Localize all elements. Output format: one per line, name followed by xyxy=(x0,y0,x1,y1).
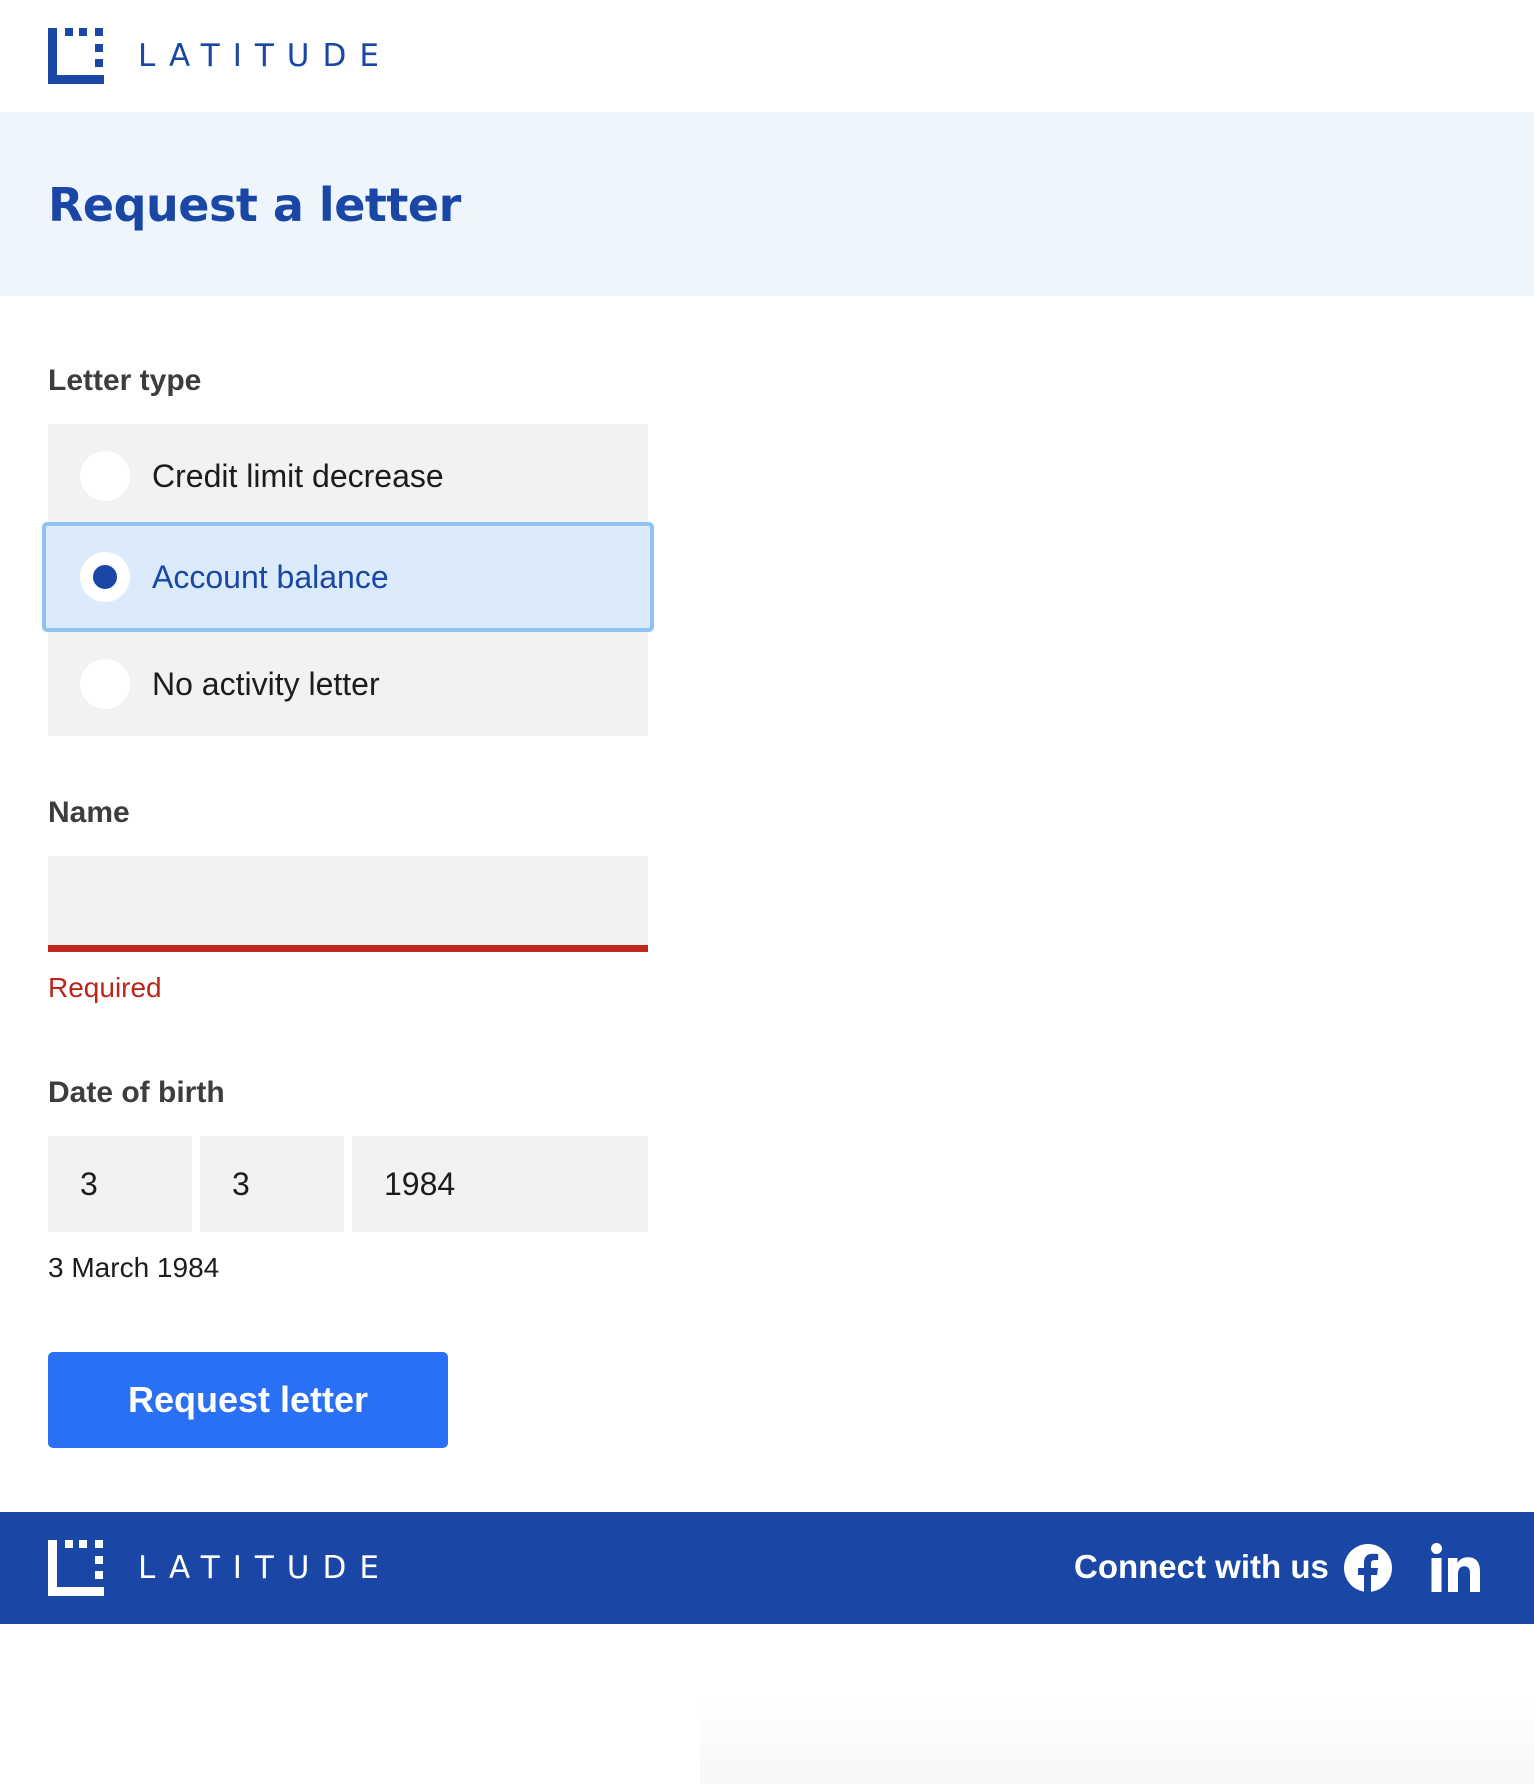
radio-option-credit-limit-decrease[interactable]: Credit limit decrease xyxy=(48,424,648,528)
radio-button-unchecked[interactable] xyxy=(80,451,130,501)
dob-year-input[interactable] xyxy=(352,1136,648,1232)
site-header: LATITUDE xyxy=(0,0,1534,112)
latitude-logo-icon xyxy=(48,28,104,84)
linkedin-icon[interactable] xyxy=(1430,1542,1482,1594)
radio-option-account-balance[interactable]: Account balance xyxy=(42,522,654,632)
dob-summary-text: 3 March 1984 xyxy=(48,1252,220,1283)
latitude-logo-icon xyxy=(48,1540,104,1596)
footer-latitude-logo[interactable]: LATITUDE xyxy=(48,1540,392,1596)
page-bottom-area xyxy=(700,1700,1534,1784)
radio-label: Credit limit decrease xyxy=(152,457,444,494)
footer-logo-text: LATITUDE xyxy=(138,1550,392,1586)
page-title: Request a letter xyxy=(48,178,461,232)
site-footer: LATITUDE Connect with us xyxy=(0,1512,1534,1624)
page-banner: Request a letter xyxy=(0,112,1534,296)
radio-selected-dot xyxy=(93,565,117,589)
radio-button-unchecked[interactable] xyxy=(80,659,130,709)
radio-label: Account balance xyxy=(152,558,389,595)
latitude-logo[interactable]: LATITUDE xyxy=(48,28,392,84)
name-label: Name xyxy=(48,796,130,829)
dob-month-input[interactable] xyxy=(200,1136,344,1232)
facebook-icon[interactable] xyxy=(1342,1542,1394,1594)
radio-label: No activity letter xyxy=(152,665,380,702)
radio-button-checked[interactable] xyxy=(80,552,130,602)
connect-with-us-text: Connect with us xyxy=(1074,1548,1329,1585)
radio-option-no-activity-letter[interactable]: No activity letter xyxy=(48,632,648,736)
date-of-birth-label: Date of birth xyxy=(48,1076,225,1109)
request-letter-button[interactable]: Request letter xyxy=(48,1352,448,1448)
name-input[interactable] xyxy=(48,856,648,952)
letter-type-label: Letter type xyxy=(48,364,202,397)
name-error-message: Required xyxy=(48,972,162,1003)
dob-day-input[interactable] xyxy=(48,1136,192,1232)
logo-text: LATITUDE xyxy=(138,38,392,74)
